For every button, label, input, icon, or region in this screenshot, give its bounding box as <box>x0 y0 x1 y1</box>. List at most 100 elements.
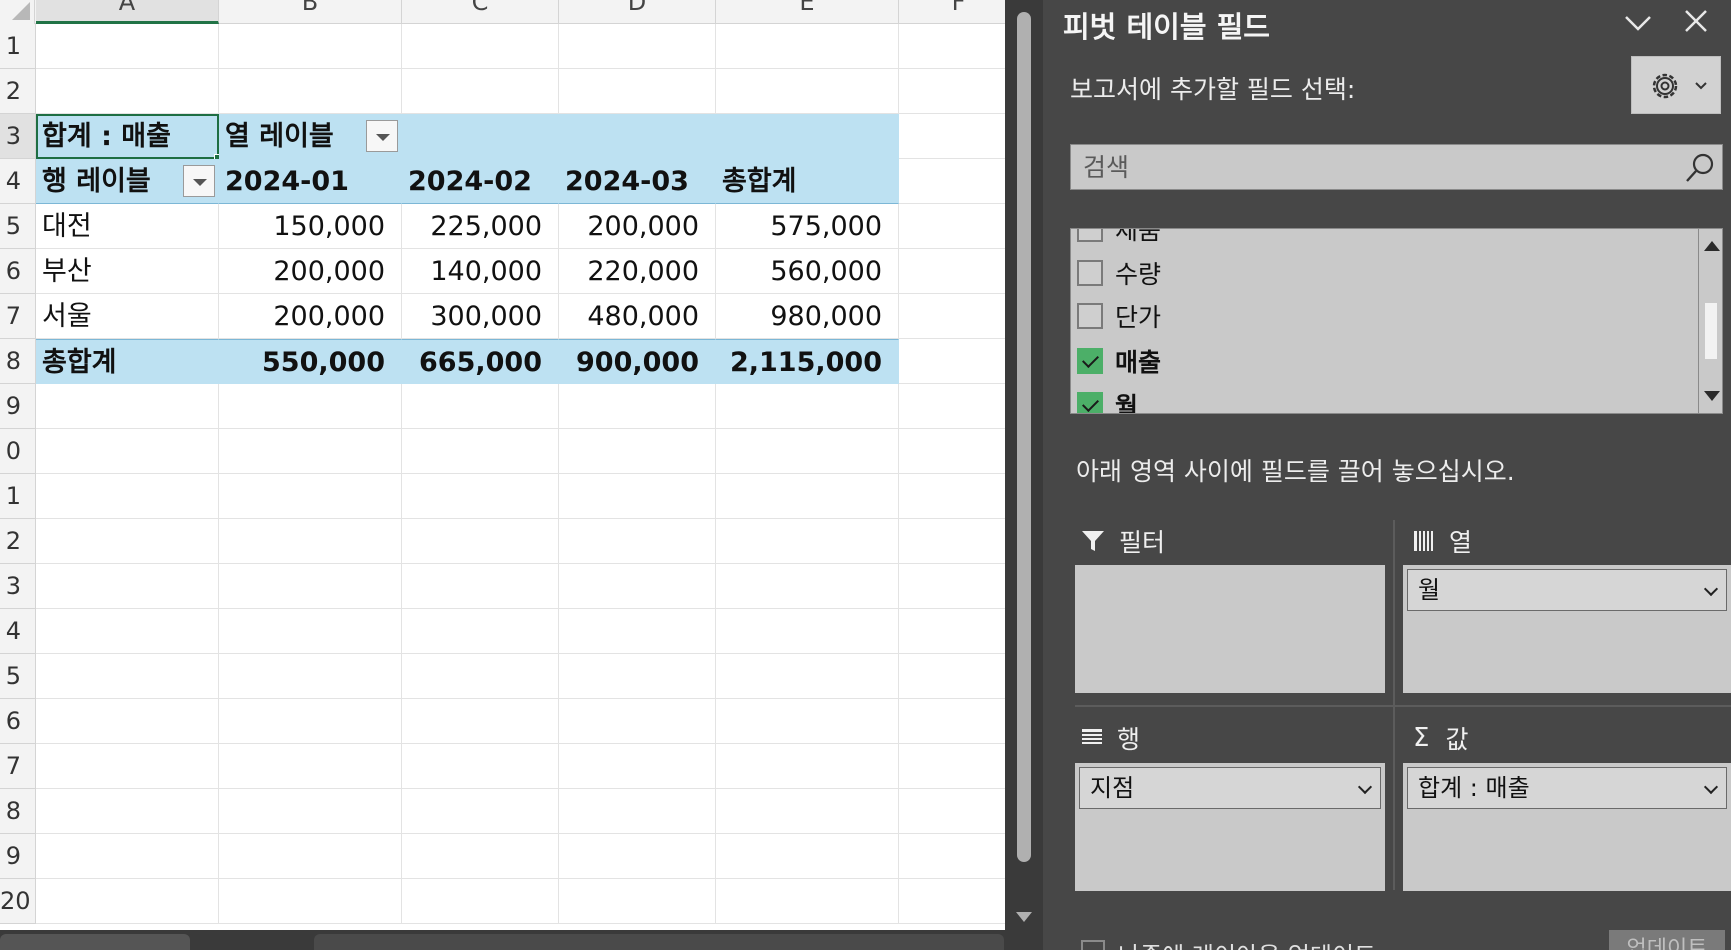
cell[interactable] <box>899 789 1005 834</box>
cell[interactable] <box>559 519 716 564</box>
cell[interactable] <box>36 474 219 519</box>
columns-drop-zone[interactable]: 월 <box>1403 565 1731 693</box>
vertical-scrollbar[interactable] <box>1005 0 1043 950</box>
month-header[interactable]: 2024-02 <box>402 159 559 204</box>
row-header[interactable]: 7 <box>0 294 35 339</box>
cell[interactable] <box>899 654 1005 699</box>
cell[interactable] <box>402 879 559 924</box>
cell[interactable] <box>219 654 402 699</box>
row-header[interactable]: 8 <box>0 339 35 384</box>
cell[interactable] <box>899 564 1005 609</box>
cell[interactable] <box>219 429 402 474</box>
row-header[interactable]: 3 <box>0 564 35 609</box>
branch-name[interactable]: 서울 <box>36 294 219 339</box>
cell[interactable] <box>899 699 1005 744</box>
cell[interactable] <box>402 744 559 789</box>
cell[interactable] <box>899 429 1005 474</box>
cell[interactable] <box>899 294 1005 339</box>
cell[interactable] <box>716 24 899 69</box>
cell[interactable] <box>899 69 1005 114</box>
cell[interactable] <box>559 609 716 654</box>
row-header[interactable]: 2 <box>0 519 35 564</box>
cell[interactable] <box>402 609 559 654</box>
field-checkbox-checked[interactable] <box>1077 392 1103 413</box>
cell[interactable] <box>716 834 899 879</box>
cell[interactable] <box>402 789 559 834</box>
cell[interactable] <box>716 69 899 114</box>
cell[interactable] <box>899 834 1005 879</box>
value-cell[interactable]: 225,000 <box>402 204 559 249</box>
row-header[interactable]: 5 <box>0 204 35 249</box>
cell[interactable] <box>36 834 219 879</box>
column-header-b[interactable]: B <box>219 0 402 24</box>
row-header[interactable]: 1 <box>0 474 35 519</box>
row-labels-filter-dropdown[interactable] <box>183 165 215 197</box>
cell[interactable] <box>219 834 402 879</box>
column-field-month[interactable]: 월 <box>1407 569 1727 611</box>
cell[interactable] <box>219 609 402 654</box>
cell[interactable] <box>559 474 716 519</box>
branch-name[interactable]: 부산 <box>36 249 219 294</box>
cell[interactable] <box>559 114 716 159</box>
row-total-cell[interactable]: 980,000 <box>716 294 899 339</box>
chevron-down-icon[interactable] <box>1357 779 1373 795</box>
row-total-cell[interactable]: 560,000 <box>716 249 899 294</box>
cell[interactable] <box>716 564 899 609</box>
row-total-cell[interactable]: 575,000 <box>716 204 899 249</box>
cell[interactable] <box>559 69 716 114</box>
defer-layout-update-checkbox[interactable] <box>1081 940 1105 950</box>
value-cell[interactable]: 480,000 <box>559 294 716 339</box>
value-cell[interactable]: 200,000 <box>219 249 402 294</box>
cell[interactable] <box>402 654 559 699</box>
row-header[interactable]: 6 <box>0 699 35 744</box>
cell[interactable] <box>559 744 716 789</box>
month-header[interactable]: 2024-03 <box>559 159 716 204</box>
scrollbar-thumb[interactable] <box>1017 12 1031 862</box>
field-item-product[interactable]: 제품 <box>1077 229 1161 249</box>
cell[interactable] <box>559 699 716 744</box>
cell[interactable] <box>899 609 1005 654</box>
pane-options-chevron-icon[interactable] <box>1623 8 1653 38</box>
grand-total-cell[interactable]: 2,115,000 <box>716 339 899 384</box>
cell[interactable] <box>402 564 559 609</box>
cell[interactable] <box>219 519 402 564</box>
search-icon[interactable] <box>1683 151 1717 185</box>
values-drop-zone[interactable]: 합계 : 매출 <box>1403 763 1731 891</box>
cell[interactable] <box>36 69 219 114</box>
cell[interactable] <box>402 69 559 114</box>
grand-total-header[interactable]: 총합계 <box>716 159 899 204</box>
cell[interactable] <box>36 744 219 789</box>
cell[interactable] <box>219 384 402 429</box>
field-checkbox[interactable] <box>1077 303 1103 329</box>
cell[interactable] <box>219 879 402 924</box>
sheet-tab[interactable] <box>0 934 190 950</box>
cell[interactable] <box>716 474 899 519</box>
update-button[interactable]: 업데이트 <box>1609 930 1725 950</box>
cell[interactable] <box>899 519 1005 564</box>
cell[interactable] <box>219 474 402 519</box>
value-cell[interactable]: 300,000 <box>402 294 559 339</box>
cell[interactable] <box>716 744 899 789</box>
cell[interactable] <box>402 429 559 474</box>
branch-name[interactable]: 대전 <box>36 204 219 249</box>
grand-total-cell[interactable]: 665,000 <box>402 339 559 384</box>
cell[interactable] <box>219 69 402 114</box>
cell[interactable] <box>219 744 402 789</box>
cell[interactable] <box>36 654 219 699</box>
cell[interactable] <box>899 159 1005 204</box>
field-checkbox-checked[interactable] <box>1077 348 1103 374</box>
cell[interactable] <box>36 564 219 609</box>
cell[interactable] <box>402 474 559 519</box>
row-field-branch[interactable]: 지점 <box>1079 767 1381 809</box>
value-cell[interactable]: 200,000 <box>219 294 402 339</box>
cell[interactable] <box>559 429 716 474</box>
cell[interactable] <box>899 474 1005 519</box>
row-header[interactable]: 4 <box>0 159 35 204</box>
layout-settings-button[interactable] <box>1631 56 1721 114</box>
column-header-f[interactable]: F <box>899 0 1005 24</box>
cell[interactable] <box>402 699 559 744</box>
field-checkbox[interactable] <box>1077 229 1103 242</box>
cell[interactable] <box>36 519 219 564</box>
close-icon[interactable] <box>1681 6 1711 36</box>
field-item-quantity[interactable]: 수량 <box>1077 253 1161 293</box>
